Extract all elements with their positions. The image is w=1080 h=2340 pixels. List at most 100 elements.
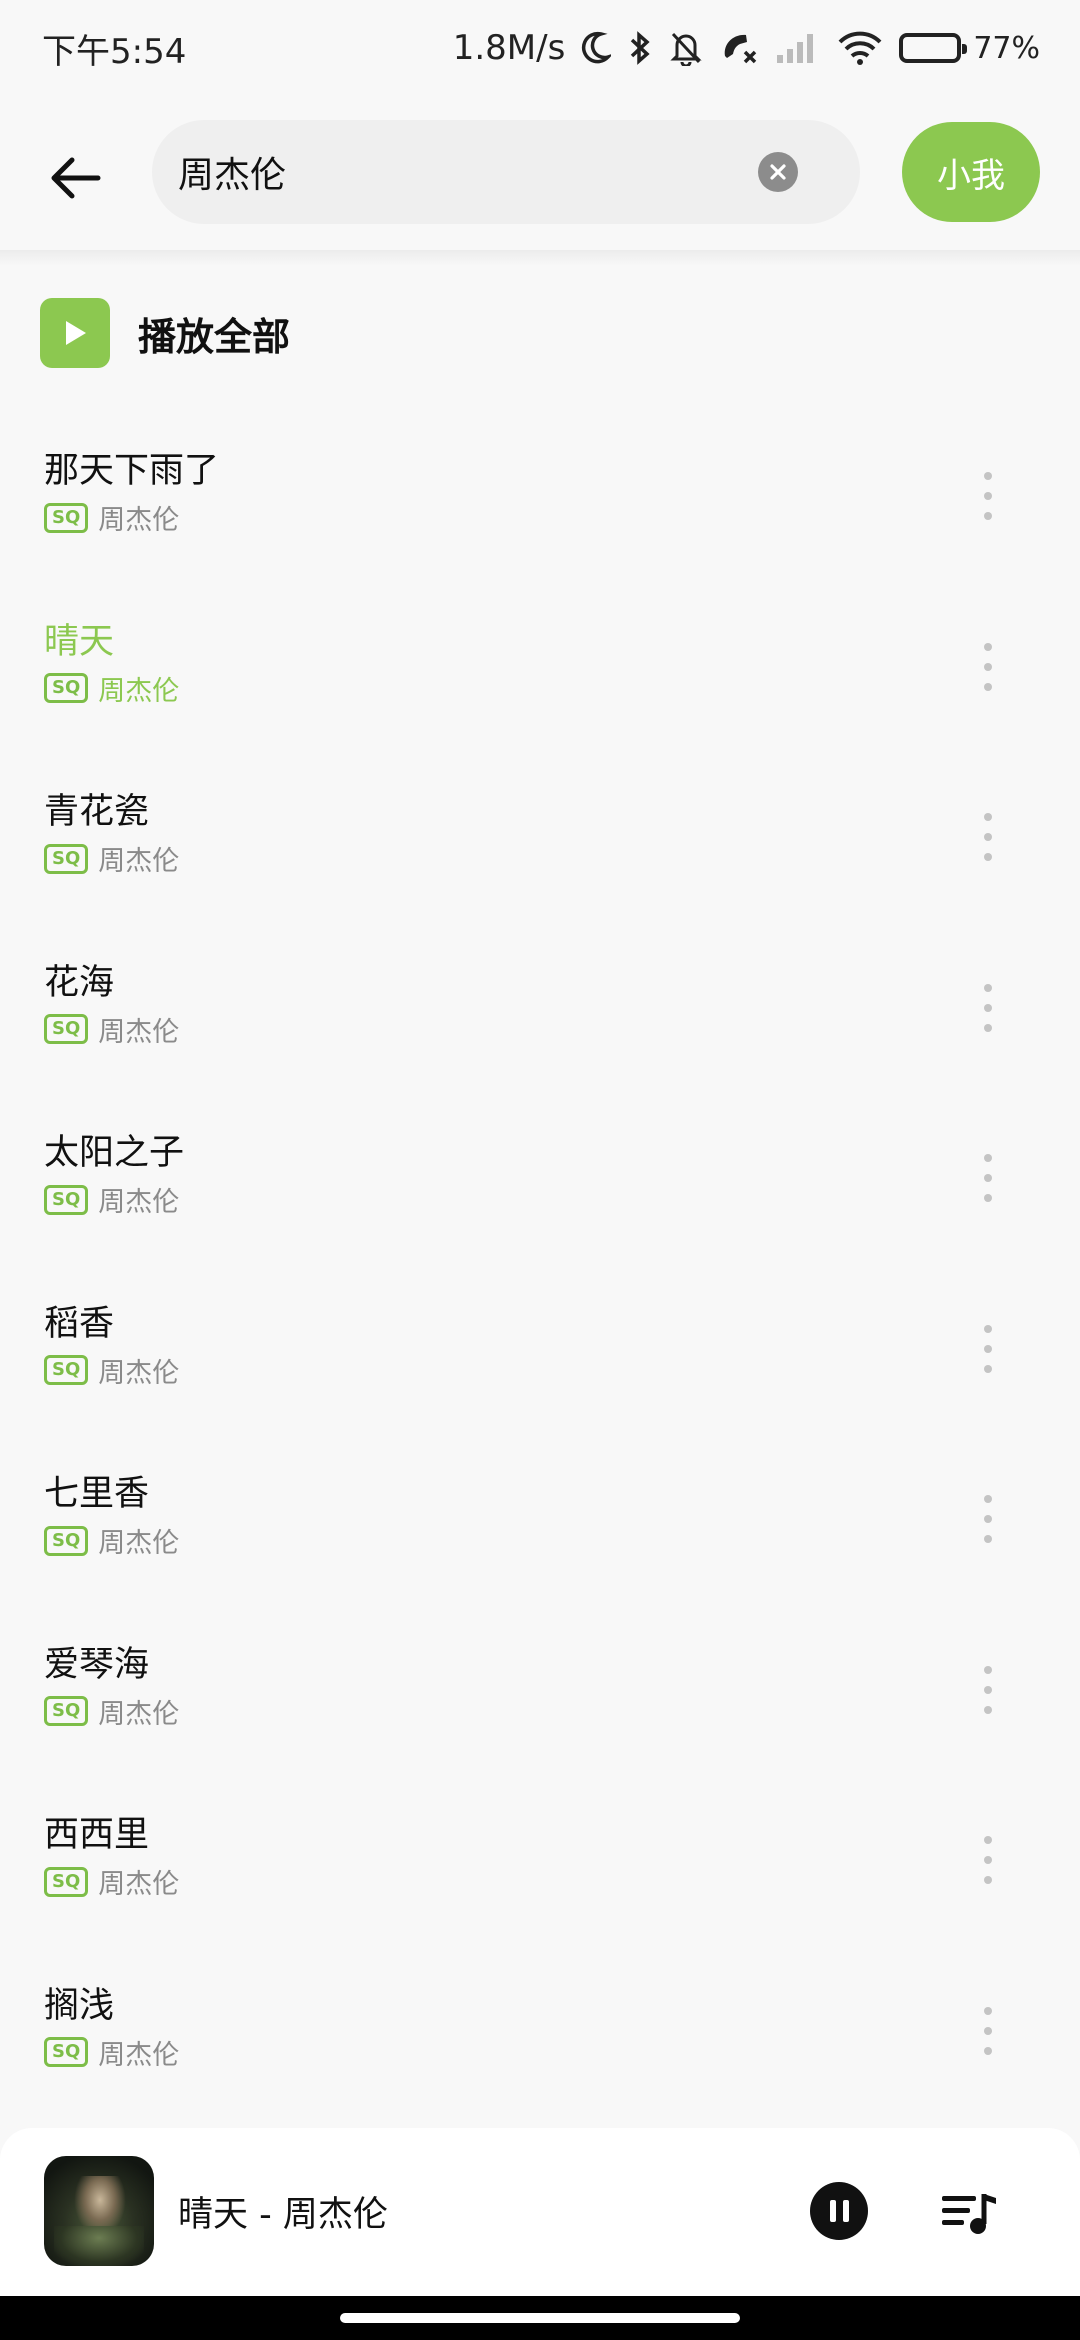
- song-artist: 周杰伦: [98, 1187, 180, 1218]
- song-meta: SQ 周杰伦: [44, 1862, 179, 1901]
- play-all-label: 播放全部: [138, 314, 291, 359]
- song-title: 那天下雨了: [44, 451, 220, 491]
- playlist-icon: [942, 2194, 996, 2234]
- missed-call-icon: [719, 30, 759, 66]
- song-title: 青花瓷: [44, 792, 150, 832]
- song-artist: 周杰伦: [98, 2039, 180, 2071]
- song-title: 晴天: [44, 621, 115, 662]
- more-options-button[interactable]: [968, 637, 1008, 697]
- more-vertical-icon: [984, 2006, 992, 2015]
- song-title: 爱琴海: [44, 1644, 150, 1685]
- battery-percent: 77%: [973, 30, 1040, 66]
- song-item[interactable]: 晴天 SQ 周杰伦: [0, 581, 1080, 752]
- header-divider: [0, 250, 1080, 266]
- quality-badge: SQ: [44, 1014, 89, 1044]
- quality-badge: SQ: [44, 1866, 89, 1897]
- more-options-button[interactable]: [968, 1148, 1008, 1208]
- more-vertical-icon: [984, 983, 992, 992]
- song-meta: SQ 周杰伦: [44, 1692, 179, 1731]
- song-title: 稻香: [44, 1303, 115, 1344]
- status-time: 下午5:54: [42, 31, 187, 72]
- song-title: 太阳之子: [44, 1133, 185, 1173]
- album-cover[interactable]: [44, 2156, 154, 2266]
- search-input[interactable]: 周杰伦: [152, 120, 860, 224]
- status-bar: 下午5:54 1.8M/s 77%: [0, 0, 1080, 96]
- more-options-button[interactable]: [968, 1489, 1008, 1549]
- song-item[interactable]: 七里香 SQ 周杰伦: [0, 1433, 1080, 1604]
- song-meta: SQ 周杰伦: [44, 1521, 179, 1560]
- wifi-icon: [837, 31, 883, 65]
- more-options-button[interactable]: [968, 978, 1008, 1038]
- song-item[interactable]: 太阳之子 SQ 周杰伦: [0, 1092, 1080, 1263]
- song-title: 西西里: [44, 1815, 150, 1855]
- song-artist: 周杰伦: [98, 675, 180, 707]
- back-button[interactable]: [44, 146, 108, 210]
- more-vertical-icon: [984, 813, 992, 821]
- signal-icon: [775, 31, 821, 65]
- more-options-button[interactable]: [968, 466, 1008, 526]
- song-meta: SQ 周杰伦: [44, 2033, 179, 2072]
- more-options-button[interactable]: [968, 807, 1008, 867]
- quality-badge: SQ: [44, 2037, 89, 2067]
- pause-button[interactable]: [810, 2182, 868, 2240]
- song-meta: SQ 周杰伦: [44, 1180, 179, 1219]
- quality-badge: SQ: [44, 1525, 89, 1556]
- song-item[interactable]: 西西里 SQ 周杰伦: [0, 1774, 1080, 1945]
- playlist-button[interactable]: [940, 2188, 1000, 2238]
- song-meta: SQ 周杰伦: [44, 1010, 179, 1049]
- more-vertical-icon: [984, 1154, 992, 1162]
- song-item[interactable]: 爱琴海 SQ 周杰伦: [0, 1604, 1080, 1775]
- song-artist: 周杰伦: [98, 1869, 180, 1900]
- mini-player[interactable]: 晴天 - 周杰伦: [0, 2128, 1080, 2296]
- song-artist: 周杰伦: [98, 1698, 180, 1730]
- back-arrow-icon: [51, 157, 101, 199]
- more-options-button[interactable]: [968, 2001, 1008, 2061]
- play-icon: [40, 298, 110, 368]
- battery-icon: 77%: [899, 31, 1040, 66]
- song-meta: SQ 周杰伦: [44, 498, 179, 537]
- close-icon: [770, 164, 786, 180]
- more-vertical-icon: [984, 1836, 992, 1844]
- clear-search-button[interactable]: [758, 152, 798, 192]
- search-header: 周杰伦 小我: [0, 96, 1080, 264]
- more-vertical-icon: [984, 1665, 992, 1674]
- more-vertical-icon: [984, 1495, 992, 1503]
- song-list: 那天下雨了 SQ 周杰伦 晴天 SQ 周杰伦 青花瓷 SQ 周杰伦 花海 SQ 周杰伦 太阳之子 SQ 周杰…: [0, 410, 1080, 2115]
- pause-icon: [829, 2200, 836, 2222]
- quality-badge: SQ: [44, 1696, 89, 1726]
- more-vertical-icon: [984, 472, 992, 480]
- song-artist: 周杰伦: [98, 505, 180, 536]
- mute-bell-icon: [669, 30, 703, 66]
- song-meta: SQ 周杰伦: [44, 839, 179, 878]
- network-speed: 1.8M/s: [452, 28, 566, 68]
- song-artist: 周杰伦: [98, 846, 180, 877]
- more-options-button[interactable]: [968, 1830, 1008, 1890]
- more-options-button[interactable]: [968, 1319, 1008, 1379]
- search-query[interactable]: 周杰伦: [178, 146, 758, 198]
- song-item[interactable]: 青花瓷 SQ 周杰伦: [0, 751, 1080, 922]
- song-artist: 周杰伦: [98, 1016, 180, 1048]
- search-submit-button[interactable]: 小我: [902, 122, 1040, 222]
- song-item[interactable]: 稻香 SQ 周杰伦: [0, 1263, 1080, 1434]
- quality-badge: SQ: [44, 1355, 89, 1385]
- song-item[interactable]: 搁浅 SQ 周杰伦: [0, 1945, 1080, 2116]
- moon-icon: [581, 31, 612, 65]
- home-indicator[interactable]: [340, 2313, 740, 2323]
- more-options-button[interactable]: [968, 1660, 1008, 1720]
- quality-badge: SQ: [44, 673, 89, 703]
- song-item[interactable]: 那天下雨了 SQ 周杰伦: [0, 410, 1080, 581]
- song-title: 搁浅: [44, 1985, 115, 2026]
- more-vertical-icon: [984, 1324, 992, 1333]
- song-title: 七里香: [44, 1474, 150, 1514]
- song-artist: 周杰伦: [98, 1357, 180, 1389]
- bluetooth-icon: [627, 30, 653, 66]
- song-item[interactable]: 花海 SQ 周杰伦: [0, 922, 1080, 1093]
- song-title: 花海: [44, 962, 115, 1003]
- play-all-button[interactable]: 播放全部: [40, 298, 290, 368]
- quality-badge: SQ: [44, 843, 89, 874]
- song-meta: SQ 周杰伦: [44, 1351, 179, 1390]
- status-icons: 1.8M/s 77%: [453, 28, 1040, 68]
- quality-badge: SQ: [44, 1184, 89, 1215]
- now-playing-title[interactable]: 晴天 - 周杰伦: [178, 2186, 388, 2237]
- quality-badge: SQ: [44, 502, 89, 533]
